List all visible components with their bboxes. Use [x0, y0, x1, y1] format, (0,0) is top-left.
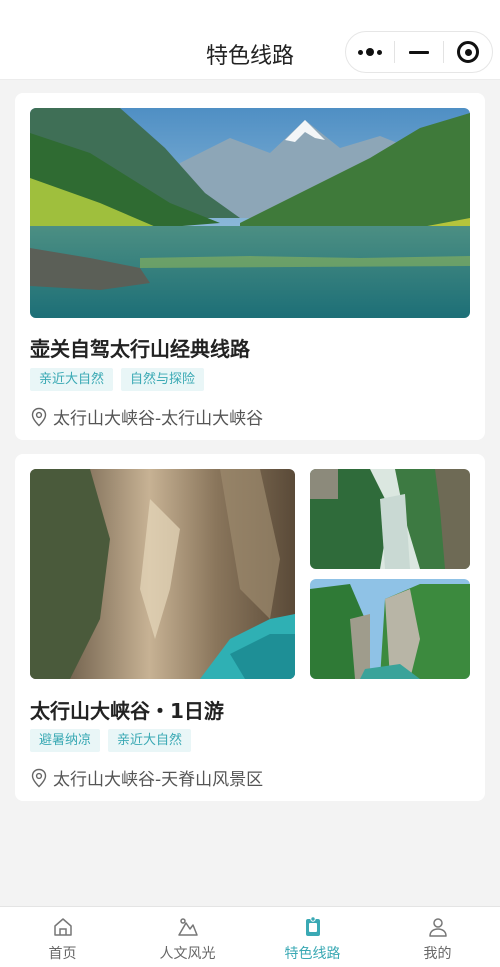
more-button[interactable]	[346, 32, 394, 72]
route-tag: 自然与探险	[121, 368, 205, 391]
tab-mine[interactable]: 我的	[375, 907, 500, 967]
location-pin-icon	[31, 768, 47, 787]
minimize-icon	[409, 50, 429, 54]
route-tag: 亲近大自然	[108, 729, 192, 752]
tab-home[interactable]: 首页	[0, 907, 125, 967]
tab-scenery[interactable]: 人文风光	[125, 907, 250, 967]
route-cover-image	[30, 108, 470, 318]
tab-routes[interactable]: 特色线路	[250, 907, 375, 967]
minimize-button[interactable]	[395, 32, 443, 72]
location-pin-icon	[31, 407, 47, 426]
route-location: 太行山大峡谷-天脊山风景区	[30, 765, 263, 790]
tab-label: 我的	[423, 946, 452, 962]
route-tags: 避暑纳凉 亲近大自然	[30, 729, 192, 752]
scenery-icon	[177, 918, 198, 936]
tab-label: 人文风光	[159, 946, 216, 962]
route-main-image	[30, 469, 295, 679]
tab-label: 特色线路	[284, 946, 341, 962]
route-card[interactable]: 壶关自驾太行山经典线路 亲近大自然 自然与探险 太行山大峡谷-太行山大峡谷	[15, 93, 485, 440]
route-location-text: 太行山大峡谷-太行山大峡谷	[53, 409, 264, 429]
user-icon	[428, 918, 447, 937]
route-card[interactable]: 太行山大峡谷・1日游 避暑纳凉 亲近大自然 太行山大峡谷-天脊山风景区	[15, 454, 485, 801]
route-icon	[305, 916, 320, 936]
route-tag: 避暑纳凉	[30, 729, 101, 752]
route-location: 太行山大峡谷-太行山大峡谷	[30, 404, 263, 429]
mini-program-capsule	[345, 31, 493, 73]
tab-label: 首页	[48, 946, 77, 962]
route-location-text: 太行山大峡谷-天脊山风景区	[53, 770, 264, 790]
more-icon	[358, 48, 382, 56]
route-title: 壶关自驾太行山经典线路	[30, 337, 250, 361]
route-tag: 亲近大自然	[30, 368, 114, 391]
close-button[interactable]	[444, 32, 492, 72]
close-circle-icon	[457, 41, 479, 63]
tab-bar: 首页 人文风光 特色线路 我的	[0, 906, 500, 967]
route-tags: 亲近大自然 自然与探险	[30, 368, 205, 391]
navigation-bar: 特色线路	[0, 0, 500, 80]
route-thumbnail-image	[310, 579, 470, 679]
route-title: 太行山大峡谷・1日游	[30, 699, 224, 723]
route-thumbnail-image	[310, 469, 470, 569]
home-icon	[53, 918, 72, 936]
